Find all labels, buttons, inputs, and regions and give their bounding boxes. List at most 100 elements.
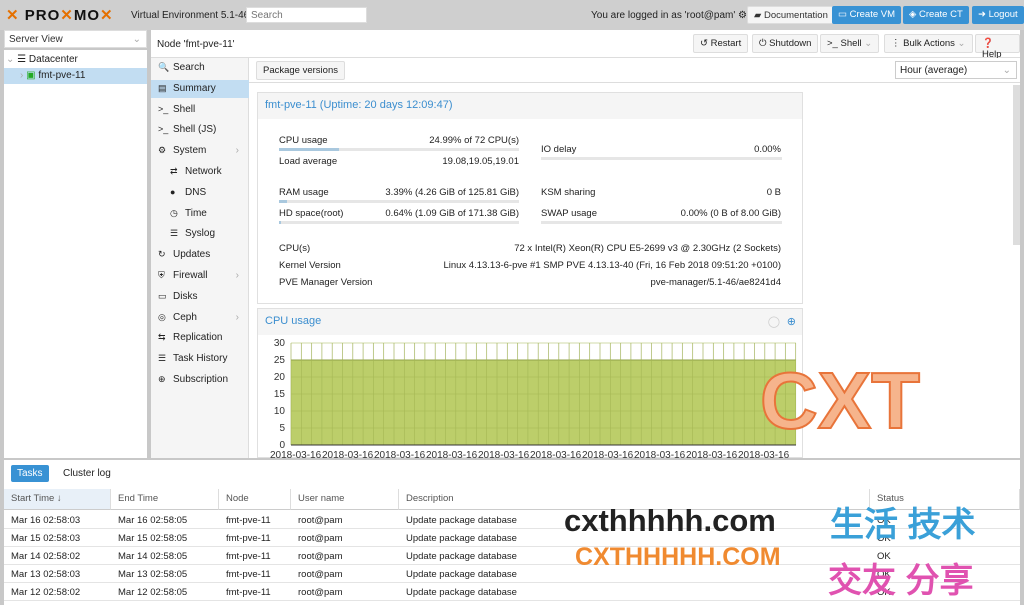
nav-item-label: Summary (173, 82, 216, 94)
nav-item-firewall[interactable]: ⛨ Firewall › (151, 267, 249, 285)
create-vm-button[interactable]: ▭ Create VM (832, 6, 902, 24)
chevron-down-icon: ⌄ (1002, 65, 1011, 76)
nav-item-network[interactable]: ⇄ Network (151, 163, 249, 181)
nav-item-subscription[interactable]: ⊕ Subscription (151, 371, 249, 389)
zoom-in-icon[interactable]: ⊕ (787, 315, 796, 328)
timeframe-select[interactable]: Hour (average) ⌄ (895, 61, 1017, 79)
create-vm-label: Create VM (849, 9, 896, 20)
cpu-usage-value: 24.99% of 72 CPU(s) (429, 135, 519, 146)
nav-item-shell[interactable]: >_ Shell (151, 101, 249, 119)
logout-button[interactable]: ➜ Logout (972, 6, 1024, 24)
shell-button[interactable]: >_ Shell ⌄ (820, 34, 880, 53)
table-cell: Mar 15 02:58:03 (11, 533, 81, 544)
column-header[interactable]: Start Time ↓ (4, 489, 111, 510)
y-tick-label: 20 (274, 372, 286, 383)
cpu-usage-bar-fill (279, 148, 339, 151)
table-row[interactable]: Mar 14 02:58:02 Mar 14 02:58:05 fmt-pve-11… (4, 547, 1020, 565)
pve-version-value: pve-manager/5.1-46/ae8241d4 (650, 277, 781, 288)
timeframe-value: Hour (average) (900, 65, 968, 76)
x-tick-label: 2018-03-16 (270, 450, 322, 459)
cpu-chart-title: CPU usage (258, 309, 802, 335)
io-delay-value: 0.00% (754, 144, 781, 155)
nav-item-replication[interactable]: ⇆ Replication (151, 329, 249, 347)
summary-icon: ▤ (158, 82, 167, 93)
x-tick-label: 2018-03-16 (426, 450, 478, 459)
cpu-usage-label: CPU usage (279, 135, 328, 146)
status-panel-title: fmt-pve-11 (Uptime: 20 days 12:09:47) (258, 93, 802, 119)
table-cell: Mar 14 02:58:02 (11, 551, 81, 562)
tab-cluster-log[interactable]: Cluster log (63, 468, 111, 479)
node-nav-menu: 🔍 Search ▤ Summary >_ Shell >_ Shell (JS) ⚙ Syste… (151, 58, 249, 458)
column-header[interactable]: Description (399, 489, 870, 510)
table-cell: Update package database (406, 515, 517, 526)
table-row[interactable]: Mar 16 02:58:03 Mar 16 02:58:05 fmt-pve-11… (4, 511, 1020, 529)
cpus-value: 72 x Intel(R) Xeon(R) CPU E5-2699 v3 @ 2… (514, 243, 781, 254)
nav-item-dns[interactable]: ● DNS (151, 184, 249, 202)
table-cell: fmt-pve-11 (226, 551, 271, 562)
server-view-select[interactable]: Server View ⌄ (4, 30, 147, 48)
table-cell: root@pam (298, 533, 343, 544)
help-button[interactable]: ❓ Help (975, 34, 1020, 60)
desktop-icon: ▭ (838, 9, 847, 20)
shutdown-button[interactable]: ⏻ Shutdown (752, 34, 819, 53)
nav-item-ceph[interactable]: ◎ Ceph › (151, 309, 249, 327)
io-delay-label: IO delay (541, 144, 577, 155)
node-title-bar: Node 'fmt-pve-11' ↺ Restart ⏻ Shutdown >… (151, 30, 1020, 60)
nav-item-label: Firewall (173, 270, 208, 281)
table-cell: OK (877, 551, 891, 562)
table-row[interactable]: Mar 15 02:58:03 Mar 15 02:58:05 fmt-pve-11… (4, 529, 1020, 547)
zoom-reset-icon[interactable]: ◯ (768, 315, 780, 328)
list-icon: ☰ (158, 353, 167, 364)
tree-item-datacenter[interactable]: ⌄ ☰ Datacenter (4, 52, 147, 68)
node-online-icon: ▣ (26, 70, 36, 81)
table-row[interactable]: Mar 13 02:58:03 Mar 13 02:58:05 fmt-pve-11… (4, 565, 1020, 583)
tree-item-node[interactable]: › ▣ fmt-pve-11 (4, 68, 147, 84)
nav-item-search[interactable]: 🔍 Search (151, 59, 249, 77)
table-cell: fmt-pve-11 (226, 569, 271, 580)
nav-item-task-history[interactable]: ☰ Task History (151, 350, 249, 368)
top-header: ✕ PRO✕MO✕ Virtual Environment 5.1-46 You… (0, 0, 1024, 30)
restart-button[interactable]: ↺ Restart (693, 34, 749, 53)
y-tick-label: 30 (274, 338, 286, 349)
book-icon: ▰ (754, 10, 762, 21)
search-input[interactable] (246, 7, 367, 23)
package-versions-button[interactable]: Package versions (256, 61, 345, 80)
column-header[interactable]: End Time (111, 489, 219, 510)
table-cell: fmt-pve-11 (226, 587, 271, 598)
clock-icon: ◷ (170, 207, 178, 218)
power-icon: ⏻ (759, 38, 767, 49)
create-ct-button[interactable]: ◈ Create CT (903, 6, 969, 24)
table-row[interactable]: Mar 12 02:58:02 Mar 12 02:58:05 fmt-pve-11… (4, 583, 1020, 601)
nav-item-disks[interactable]: ▭ Disks (151, 288, 249, 306)
tab-tasks[interactable]: Tasks (11, 465, 49, 482)
terminal-icon: >_ (827, 38, 838, 49)
column-header[interactable]: User name (291, 489, 399, 510)
nav-item-syslog[interactable]: ☰ Syslog (151, 225, 249, 243)
scrollbar[interactable] (1013, 85, 1020, 245)
nav-item-shell-js[interactable]: >_ Shell (JS) (151, 121, 249, 139)
nav-item-label: Task History (173, 353, 228, 365)
nav-item-system[interactable]: ⚙ System › (151, 142, 249, 160)
status-panel: fmt-pve-11 (Uptime: 20 days 12:09:47) CP… (257, 92, 803, 304)
hd-space-value: 0.64% (1.09 GiB of 171.38 GiB) (385, 208, 519, 219)
bulk-actions-button[interactable]: ⋮ Bulk Actions ⌄ (884, 34, 973, 53)
kernel-label: Kernel Version (279, 260, 341, 271)
hdd-icon: ▭ (158, 290, 167, 301)
load-average-label: Load average (279, 156, 338, 167)
restart-label: Restart (710, 38, 742, 49)
nav-item-time[interactable]: ◷ Time (151, 205, 249, 223)
ksm-sharing-label: KSM sharing (541, 187, 596, 198)
column-header[interactable]: Node (219, 489, 291, 510)
table-cell: Mar 16 02:58:05 (118, 515, 188, 526)
nav-item-updates[interactable]: ↻ Updates (151, 246, 249, 264)
table-cell: Update package database (406, 569, 517, 580)
nav-item-label: Subscription (173, 374, 229, 385)
documentation-button[interactable]: ▰ Documentation (747, 6, 835, 24)
search-icon: 🔍 (158, 62, 170, 72)
nav-item-summary[interactable]: ▤ Summary (151, 79, 249, 98)
column-header[interactable]: Status (870, 489, 1020, 510)
gear-icon[interactable]: ⚙ (738, 10, 747, 21)
node-panel: Node 'fmt-pve-11' ↺ Restart ⏻ Shutdown >… (151, 30, 1020, 459)
cpu-usage-bar (279, 148, 519, 151)
ram-usage-bar-fill (279, 200, 288, 203)
